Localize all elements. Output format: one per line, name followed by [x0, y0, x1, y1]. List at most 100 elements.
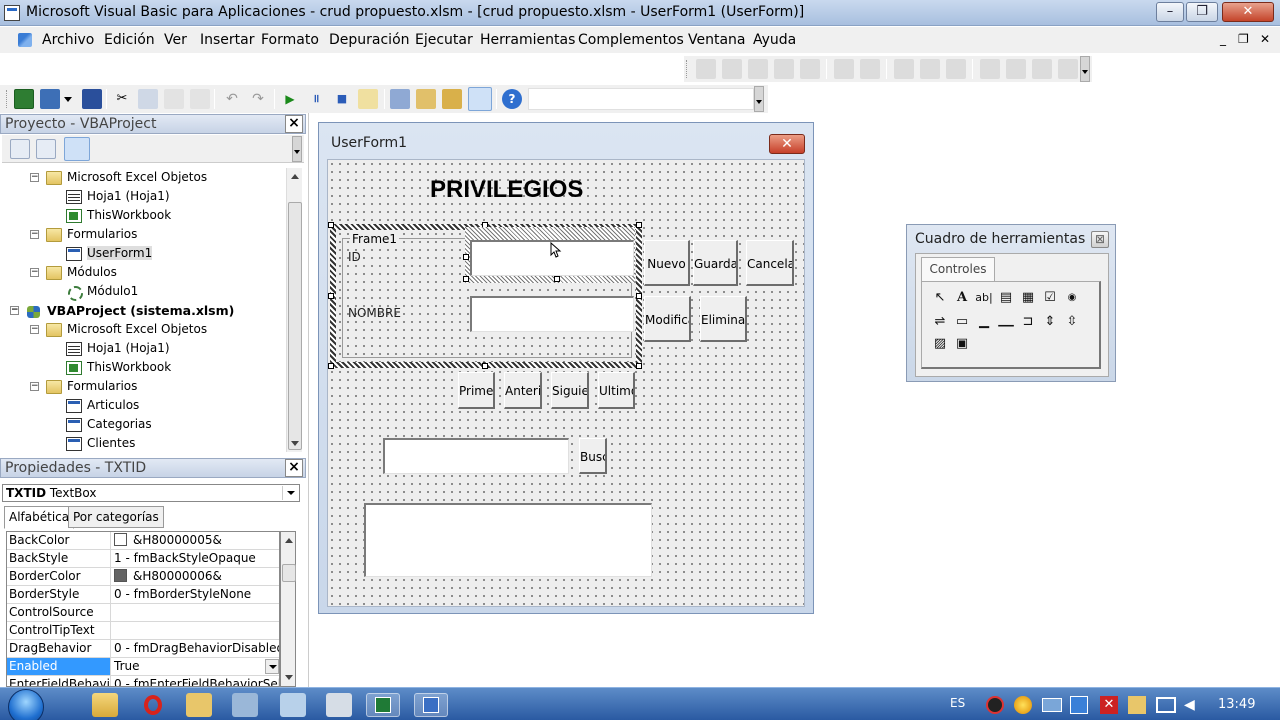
- vba-menu-icon[interactable]: [14, 31, 36, 49]
- toolbox-icon[interactable]: [468, 87, 492, 111]
- redo-icon[interactable]: ↷: [248, 89, 268, 109]
- tree-item[interactable]: Hoja1 (Hoja1): [66, 187, 170, 206]
- properties-window-icon[interactable]: [416, 89, 436, 109]
- frame-tool-icon[interactable]: ▭: [952, 312, 972, 332]
- menu-insertar[interactable]: Insertar: [200, 32, 255, 48]
- scroll-up-icon[interactable]: [285, 534, 293, 543]
- center-vertical-icon[interactable]: [920, 59, 940, 79]
- resize-handle[interactable]: [463, 276, 469, 282]
- project-tree-scrollbar[interactable]: [286, 168, 302, 452]
- object-browser-icon[interactable]: [442, 89, 462, 109]
- project-explorer-icon[interactable]: [390, 89, 410, 109]
- make-same-height-icon[interactable]: [860, 59, 880, 79]
- cut-icon[interactable]: ✂: [112, 89, 132, 109]
- start-button-icon[interactable]: [6, 688, 46, 720]
- align-centers-icon[interactable]: [722, 59, 742, 79]
- tree-item[interactable]: − Microsoft Excel Objetos: [30, 320, 207, 339]
- siguiente-button[interactable]: Siguiente: [551, 372, 589, 409]
- arrange-buttons-icon[interactable]: [946, 59, 966, 79]
- property-value[interactable]: &H80000006&: [113, 568, 279, 585]
- tree-collapse-icon[interactable]: −: [30, 230, 39, 239]
- object-selector-combo[interactable]: TXTID TextBox: [2, 484, 300, 502]
- window-titlebar[interactable]: Microsoft Visual Basic para Aplicaciones…: [0, 0, 1280, 26]
- menu-complementos[interactable]: Complementos: [578, 32, 684, 48]
- scroll-thumb[interactable]: [282, 564, 296, 582]
- find-icon[interactable]: [190, 89, 210, 109]
- design-mode-icon[interactable]: [358, 89, 378, 109]
- tree-item[interactable]: − Microsoft Excel Objetos: [30, 168, 207, 187]
- resize-handle[interactable]: [328, 293, 334, 299]
- tabstrip-tool-icon[interactable]: ▁▁: [996, 312, 1016, 332]
- make-same-width-icon[interactable]: [834, 59, 854, 79]
- scroll-up-icon[interactable]: [291, 170, 299, 179]
- align-lefts-icon[interactable]: [696, 59, 716, 79]
- project-panel-title[interactable]: Proyecto - VBAProject: [0, 114, 306, 134]
- resize-handle[interactable]: [554, 276, 560, 282]
- property-value[interactable]: True: [113, 658, 279, 675]
- toggle-folders-icon[interactable]: [64, 137, 90, 161]
- property-row[interactable]: BorderStyle 0 - fmBorderStyleNone: [7, 586, 279, 604]
- view-code-icon[interactable]: [10, 139, 30, 159]
- resize-handle[interactable]: [636, 363, 642, 369]
- tray-volume-icon[interactable]: ◀: [1184, 696, 1200, 714]
- window-close-button[interactable]: ✕: [1222, 2, 1274, 22]
- ultimo-button[interactable]: Ultimo: [598, 372, 635, 409]
- view-excel-icon[interactable]: [14, 89, 34, 109]
- zoom-icon[interactable]: [1032, 59, 1052, 79]
- image-tool-icon[interactable]: ▨: [930, 334, 950, 354]
- app-taskbar-icon[interactable]: [232, 693, 258, 717]
- opera-taskbar-icon[interactable]: [140, 693, 166, 717]
- notepad-taskbar-icon[interactable]: [326, 693, 352, 717]
- mdi-minimize-button[interactable]: _: [1220, 32, 1226, 46]
- resize-handle[interactable]: [328, 363, 334, 369]
- resize-handle[interactable]: [463, 254, 469, 260]
- align-tops-icon[interactable]: [774, 59, 794, 79]
- mdi-restore-button[interactable]: ❐: [1238, 32, 1249, 46]
- property-value[interactable]: 0 - fmBorderStyleNone: [113, 586, 279, 603]
- tray-flag-icon[interactable]: ✕: [1100, 696, 1118, 714]
- property-row[interactable]: BackStyle 1 - fmBackStyleOpaque: [7, 550, 279, 568]
- property-row[interactable]: ControlSource: [7, 604, 279, 622]
- listbox-tool-icon[interactable]: ▦: [1018, 288, 1038, 308]
- property-value[interactable]: 1 - fmBackStyleOpaque: [113, 550, 279, 567]
- project-panel-close-button[interactable]: ×: [285, 115, 303, 133]
- property-value[interactable]: 0 - fmDragBehaviorDisabled: [113, 640, 279, 657]
- menu-depuracion[interactable]: Depuración: [329, 32, 410, 48]
- guardar-button[interactable]: Guardar: [693, 240, 738, 286]
- toolbar-overflow-button[interactable]: [754, 86, 764, 112]
- app2-taskbar-icon[interactable]: [280, 693, 306, 717]
- tree-item[interactable]: − Formularios: [30, 225, 137, 244]
- insert-userform-icon[interactable]: [40, 89, 60, 109]
- buscar-textbox[interactable]: [383, 438, 569, 474]
- listbox[interactable]: [364, 503, 652, 577]
- toolbox-window[interactable]: Cuadro de herramientas ⊠ Controles ↖ A a…: [906, 224, 1116, 382]
- resize-handle[interactable]: [328, 222, 334, 228]
- tree-item[interactable]: ThisWorkbook: [66, 358, 171, 377]
- menu-archivo[interactable]: Archivo: [42, 32, 94, 48]
- tray-browser-icon[interactable]: [1014, 696, 1032, 714]
- explorer-taskbar-icon[interactable]: [92, 693, 118, 717]
- window-restore-button[interactable]: ❐: [1186, 2, 1218, 22]
- chevron-down-icon[interactable]: [265, 659, 279, 674]
- tree-item[interactable]: Categorias: [66, 415, 152, 434]
- combobox-tool-icon[interactable]: ▤: [996, 288, 1016, 308]
- property-grid-scrollbar[interactable]: [280, 531, 296, 687]
- taskbar-clock[interactable]: 13:49: [1218, 697, 1255, 712]
- form-heading-label[interactable]: PRIVILEGIOS: [430, 176, 583, 204]
- tree-item[interactable]: Articulos: [66, 396, 139, 415]
- size-to-fit-icon[interactable]: [800, 59, 820, 79]
- resize-handle[interactable]: [482, 363, 488, 369]
- optionbutton-tool-icon[interactable]: ◉: [1062, 288, 1082, 308]
- buscar-button[interactable]: Buscar: [579, 438, 607, 474]
- label-nombre[interactable]: NOMBRE: [348, 306, 401, 320]
- tree-item[interactable]: ThisWorkbook: [66, 206, 171, 225]
- anterior-button[interactable]: Anterior: [504, 372, 542, 409]
- property-value[interactable]: &H80000005&: [113, 532, 279, 549]
- chevron-down-icon[interactable]: [282, 486, 298, 500]
- toolbar-grip[interactable]: [6, 90, 8, 108]
- tray-folder-icon[interactable]: [1128, 696, 1146, 714]
- save-icon[interactable]: [82, 89, 102, 109]
- tree-collapse-icon[interactable]: −: [30, 268, 39, 277]
- group-icon[interactable]: [980, 59, 1000, 79]
- menu-formato[interactable]: Formato: [261, 32, 319, 48]
